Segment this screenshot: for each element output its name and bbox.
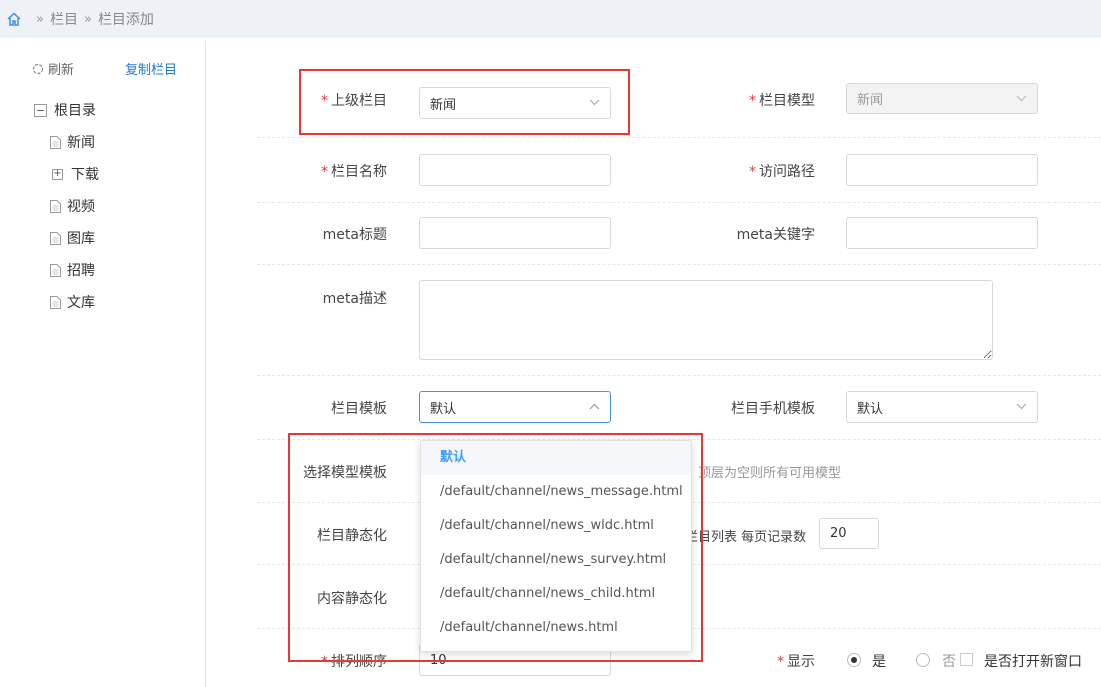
meta-keywords-input[interactable] xyxy=(846,217,1038,249)
column-model-label: * 栏目模型 xyxy=(727,90,815,110)
display-no-label: 否 xyxy=(942,654,956,670)
chevron-up-icon xyxy=(589,403,600,410)
per-page-label: 栏目列表 每页记录数 xyxy=(685,530,807,545)
tree-item-label: 图库 xyxy=(67,231,95,247)
tree-item-label: 新闻 xyxy=(67,135,95,151)
document-icon xyxy=(50,231,61,245)
document-icon xyxy=(50,135,61,149)
display-no-radio[interactable] xyxy=(916,653,930,667)
chevron-down-icon xyxy=(1016,403,1027,410)
breadcrumb: » 栏目 » 栏目添加 xyxy=(0,0,1101,38)
meta-title-label: meta标题 xyxy=(322,227,387,243)
tree-item-news[interactable]: 新闻 xyxy=(50,132,95,152)
mobile-template-value: 默认 xyxy=(857,401,884,417)
column-template-select[interactable]: 默认 xyxy=(419,391,611,423)
meta-keywords-label: meta关键字 xyxy=(736,227,815,243)
highlight-box-template-dropdown xyxy=(288,433,703,662)
display-label: * 显示 xyxy=(755,651,815,671)
refresh-button[interactable]: 刷新 xyxy=(32,59,74,78)
mobile-template-label: 栏目手机模板 xyxy=(731,401,815,417)
required-mark: * xyxy=(749,93,756,109)
column-model-value: 新闻 xyxy=(857,93,884,108)
tree-root-label: 根目录 xyxy=(54,103,96,119)
highlight-box-parent-column xyxy=(299,69,630,135)
row-divider xyxy=(257,202,1101,203)
required-mark: * xyxy=(321,164,328,180)
column-model-select: 新闻 xyxy=(846,83,1038,114)
tree-item-gallery[interactable]: 图库 xyxy=(50,228,95,248)
row-divider xyxy=(257,375,1101,376)
copy-column-link[interactable]: 复制栏目 xyxy=(125,59,177,78)
access-path-label-text: 访问路径 xyxy=(759,164,815,180)
column-model-label-text: 栏目模型 xyxy=(759,93,815,109)
tree-item-label: 下载 xyxy=(71,167,99,183)
breadcrumb-separator: » xyxy=(83,11,92,27)
breadcrumb-item-column[interactable]: 栏目 xyxy=(50,9,78,29)
tree-root[interactable]: − 根目录 xyxy=(34,100,96,120)
meta-description-label: meta描述 xyxy=(322,291,387,307)
column-template-value: 默认 xyxy=(430,401,457,417)
access-path-label: * 访问路径 xyxy=(727,161,815,181)
model-template-hint: ，顶层为空则所有可用模型 xyxy=(685,466,842,481)
tree-item-download[interactable]: + 下载 xyxy=(50,164,99,184)
meta-description-textarea[interactable] xyxy=(419,280,993,360)
tree-item-label: 招聘 xyxy=(67,263,95,279)
display-label-text: 显示 xyxy=(787,654,815,670)
column-name-label-text: 栏目名称 xyxy=(331,164,387,180)
home-icon[interactable] xyxy=(6,11,22,27)
required-mark: * xyxy=(749,164,756,180)
mobile-template-select[interactable]: 默认 xyxy=(846,391,1038,423)
document-icon xyxy=(50,295,61,309)
tree-item-label: 文库 xyxy=(67,295,95,311)
document-icon xyxy=(50,263,61,277)
document-icon xyxy=(50,199,61,213)
tree-item-label: 视频 xyxy=(67,199,95,215)
display-yes-label: 是 xyxy=(872,654,886,670)
tree-item-library[interactable]: 文库 xyxy=(50,292,95,312)
breadcrumb-separator: » xyxy=(36,11,44,27)
breadcrumb-item-add-column: 栏目添加 xyxy=(97,12,154,28)
new-window-label: 是否打开新窗口 xyxy=(984,654,1082,670)
refresh-label: 刷新 xyxy=(48,63,75,78)
tree-item-video[interactable]: 视频 xyxy=(50,196,95,216)
column-name-label: * 栏目名称 xyxy=(307,161,387,181)
sidebar: 刷新 复制栏目 − 根目录 新闻 + 下载 视频 图库 招聘 文库 xyxy=(6,42,206,687)
refresh-icon xyxy=(32,63,44,74)
per-page-input[interactable]: 20 xyxy=(819,518,879,549)
meta-title-input[interactable] xyxy=(419,217,611,249)
column-template-label: 栏目模板 xyxy=(331,401,387,417)
access-path-input[interactable] xyxy=(846,154,1038,186)
expand-icon[interactable]: + xyxy=(52,168,63,180)
tree-item-jobs[interactable]: 招聘 xyxy=(50,260,95,280)
column-name-input[interactable] xyxy=(419,154,611,186)
new-window-checkbox[interactable] xyxy=(960,653,973,666)
row-divider xyxy=(257,264,1101,265)
required-mark: * xyxy=(777,654,784,670)
chevron-down-icon xyxy=(1016,95,1027,102)
row-divider xyxy=(257,137,1101,138)
display-yes-radio[interactable] xyxy=(847,653,861,667)
collapse-icon[interactable]: − xyxy=(34,103,47,117)
